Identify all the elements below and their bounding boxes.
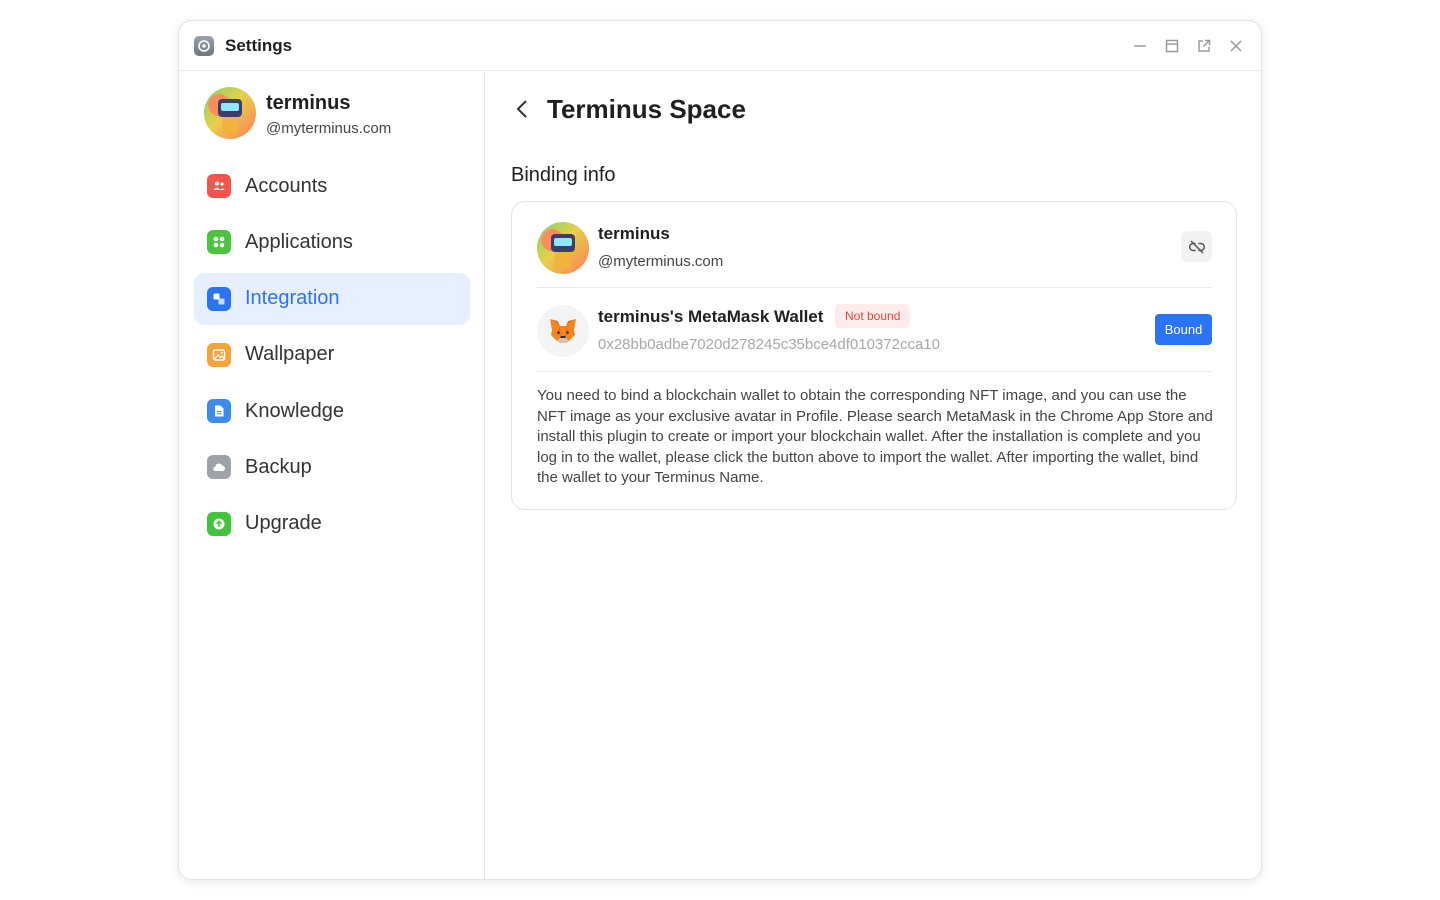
sidebar-item-wallpaper[interactable]: Wallpaper	[194, 329, 470, 381]
sidebar-item-label: Applications	[245, 230, 353, 253]
page-title: Terminus Space	[547, 94, 746, 124]
sidebar-item-knowledge[interactable]: Knowledge	[194, 385, 470, 437]
account-name: terminus	[598, 224, 670, 243]
sidebar-item-backup[interactable]: Backup	[194, 441, 470, 493]
sidebar-item-label: Accounts	[245, 174, 328, 197]
sidebar-item-label: Integration	[245, 287, 340, 310]
applications-icon	[207, 230, 231, 255]
sidebar-item-label: Wallpaper	[245, 343, 335, 366]
knowledge-icon	[207, 399, 231, 424]
unlink-button[interactable]	[1181, 231, 1212, 262]
wallet-row: terminus's MetaMask Wallet Not bound 0x2…	[537, 288, 1212, 372]
sidebar-item-accounts[interactable]: Accounts	[194, 160, 470, 212]
maximize-icon[interactable]	[1163, 36, 1181, 56]
minimize-icon[interactable]	[1131, 36, 1149, 56]
status-badge: Not bound	[835, 304, 911, 328]
sidebar-item-upgrade[interactable]: Upgrade	[194, 498, 470, 550]
unlink-icon	[1188, 239, 1205, 254]
description-text: You need to bind a blockchain wallet to …	[537, 387, 1213, 487]
binding-info-card: terminus @myterminus.com terminus's Meta…	[511, 201, 1237, 510]
sidebar-item-label: Backup	[245, 455, 312, 478]
section-title: Binding info	[511, 164, 616, 186]
sidebar-item-integration[interactable]: Integration	[194, 272, 470, 325]
account-row: terminus @myterminus.com	[537, 220, 1212, 288]
settings-window: Settings terminus @myterminus.com Accoun…	[178, 20, 1262, 880]
window-controls	[1131, 36, 1245, 56]
profile-header[interactable]: terminus @myterminus.com	[204, 87, 464, 143]
main-content: Terminus Space Binding info terminus @my…	[486, 72, 1261, 879]
close-icon[interactable]	[1227, 36, 1245, 56]
back-icon[interactable]	[510, 97, 534, 121]
avatar	[537, 222, 589, 274]
profile-name: terminus	[266, 92, 351, 114]
sidebar-item-label: Upgrade	[245, 512, 322, 535]
upgrade-icon	[207, 511, 231, 536]
wallpaper-icon	[207, 342, 231, 367]
window-title: Settings	[225, 36, 293, 55]
backup-icon	[207, 455, 231, 480]
sidebar-item-applications[interactable]: Applications	[194, 216, 470, 268]
popout-icon[interactable]	[1195, 36, 1213, 56]
wallet-address: 0x28bb0adbe7020d278245c35bce4df010372cca…	[598, 336, 940, 353]
integration-icon	[207, 286, 231, 311]
avatar	[204, 87, 256, 139]
sidebar: terminus @myterminus.com Accounts Applic…	[179, 72, 485, 879]
bound-button[interactable]: Bound	[1155, 314, 1212, 345]
account-domain: @myterminus.com	[598, 253, 724, 270]
sidebar-item-label: Knowledge	[245, 399, 344, 422]
titlebar: Settings	[179, 21, 1261, 71]
settings-app-icon	[194, 36, 214, 56]
sidebar-nav: Accounts Applications Integration Wallpa…	[194, 160, 470, 554]
profile-domain: @myterminus.com	[266, 120, 392, 137]
metamask-fox-icon	[537, 305, 589, 357]
wallet-name: terminus's MetaMask Wallet	[598, 307, 824, 326]
accounts-icon	[207, 174, 231, 198]
